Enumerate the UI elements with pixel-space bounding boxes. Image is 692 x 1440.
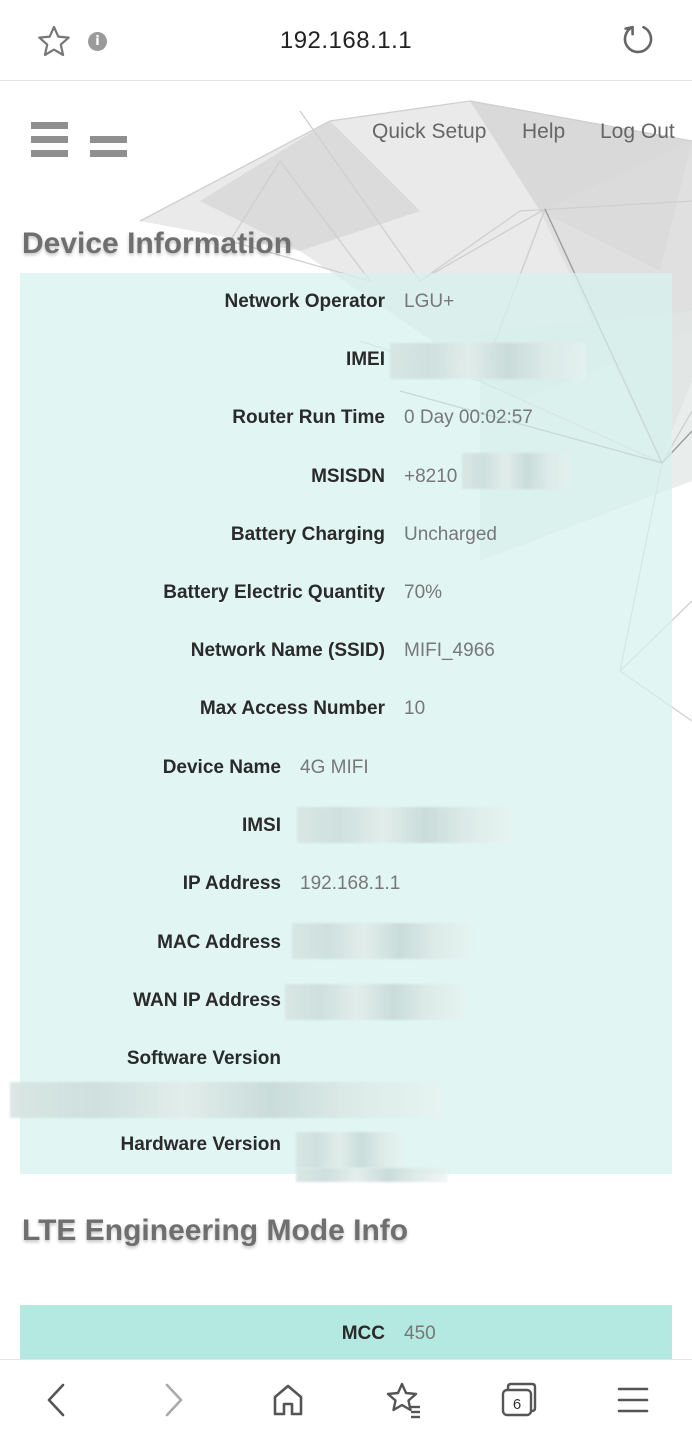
imei-label: IMEI (345, 349, 385, 370)
collapse-menu-icon[interactable] (90, 136, 127, 158)
hamburger-menu-icon[interactable] (31, 122, 68, 158)
ip-address-value: 192.168.1.1 (300, 873, 401, 894)
max-access-number-label: Max Access Number (199, 698, 385, 719)
software-version-label: Software Version (126, 1048, 281, 1069)
hardware-version-label: Hardware Version (120, 1134, 281, 1155)
battery-charging-label: Battery Charging (230, 524, 385, 545)
imei-redacted (390, 343, 586, 379)
back-icon[interactable] (36, 1380, 76, 1420)
imsi-label: IMSI (241, 815, 281, 836)
bookmarks-icon[interactable] (383, 1380, 423, 1420)
battery-quantity-label: Battery Electric Quantity (163, 582, 385, 603)
tab-count: 6 (513, 1396, 521, 1413)
forward-icon[interactable] (154, 1380, 194, 1420)
url-text[interactable]: 192.168.1.1 (0, 27, 692, 55)
msisdn-redacted (462, 453, 570, 489)
help-link[interactable]: Help (522, 120, 565, 144)
network-operator-label: Network Operator (224, 291, 385, 312)
hardware-version-redacted-2 (296, 1168, 448, 1182)
address-bar: i 192.168.1.1 (0, 0, 692, 81)
battery-charging-value: Uncharged (404, 524, 497, 545)
max-access-number-value: 10 (404, 698, 426, 719)
router-run-time-value: 0 Day 00:02:57 (404, 407, 533, 428)
wan-ip-address-label: WAN IP Address (133, 990, 281, 1011)
ip-address-label: IP Address (182, 873, 281, 894)
menu-icon[interactable] (613, 1380, 653, 1420)
mac-address-label: MAC Address (157, 932, 281, 953)
battery-quantity-value: 70% (404, 582, 443, 603)
device-name-value: 4G MIFI (300, 757, 369, 778)
mac-address-redacted (292, 923, 472, 959)
tabs-icon[interactable]: 6 (498, 1380, 538, 1420)
ssid-value: MIFI_4966 (404, 640, 495, 661)
home-icon[interactable] (268, 1380, 308, 1420)
device-name-label: Device Name (162, 757, 281, 778)
router-run-time-label: Router Run Time (232, 407, 385, 428)
network-operator-value: LGU+ (404, 291, 455, 312)
page-content: Quick Setup Help Log Out Device Informat… (0, 81, 692, 1359)
browser-toolbar: 6 (0, 1359, 692, 1440)
browser-window: i 192.168.1.1 Quick Setup Help Log Out D… (0, 0, 692, 1440)
msisdn-value: +8210 (404, 466, 458, 487)
device-information-title: Device Information (22, 227, 293, 260)
log-out-link[interactable]: Log Out (600, 120, 675, 144)
imsi-redacted (297, 807, 511, 843)
lte-engineering-title: LTE Engineering Mode Info (22, 1214, 409, 1247)
reload-icon[interactable] (620, 22, 656, 58)
mcc-value: 450 (404, 1323, 436, 1344)
ssid-label: Network Name (SSID) (190, 640, 385, 661)
software-version-redacted (10, 1082, 442, 1118)
mcc-label: MCC (341, 1323, 385, 1344)
msisdn-label: MSISDN (311, 466, 385, 487)
wan-ip-redacted (285, 984, 465, 1020)
hardware-version-redacted (296, 1132, 404, 1168)
quick-setup-link[interactable]: Quick Setup (372, 120, 486, 144)
